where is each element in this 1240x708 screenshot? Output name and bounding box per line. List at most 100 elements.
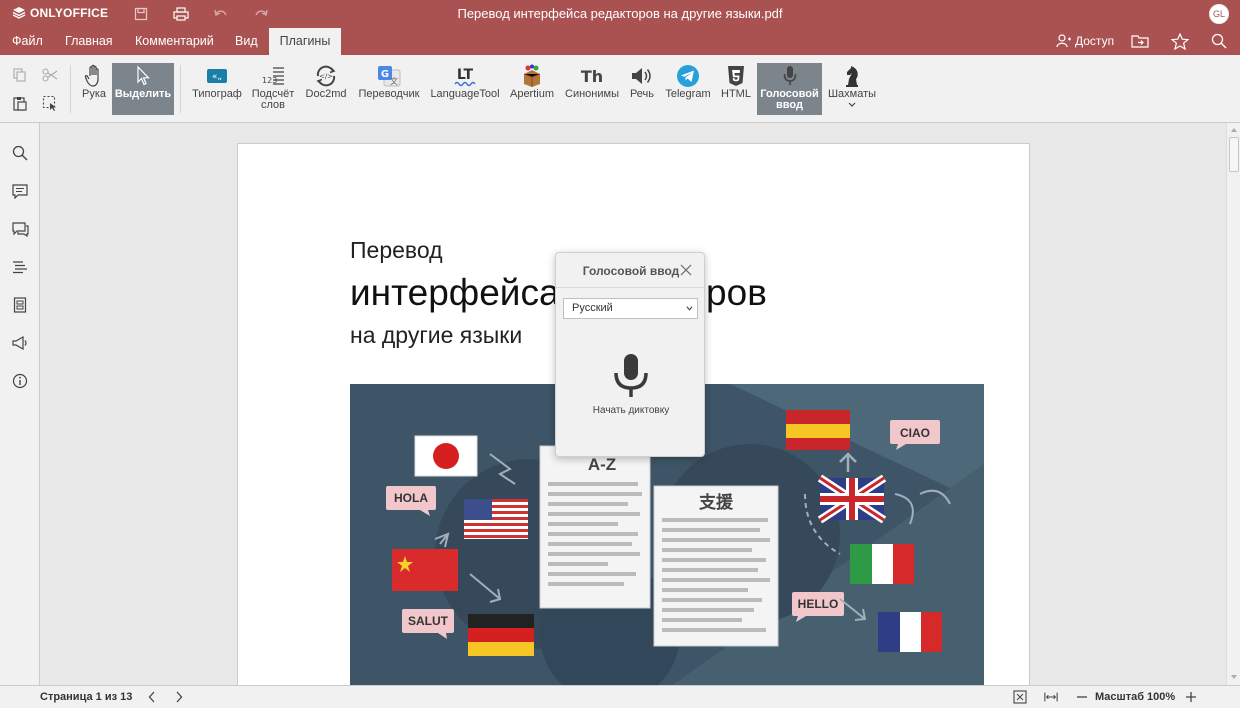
plugin-synonyms-button[interactable]: Th Синонимы <box>562 63 622 115</box>
synonyms-icon: Th <box>579 63 605 89</box>
previous-page-icon[interactable] <box>145 690 159 704</box>
typograf-icon: «„ <box>206 63 228 89</box>
google-translate-icon: G文 <box>376 63 402 89</box>
plugin-typograf-button[interactable]: «„ Типограф <box>189 63 245 115</box>
open-location-icon[interactable] <box>1131 33 1149 51</box>
speaker-icon <box>630 63 654 89</box>
access-button[interactable]: Доступ <box>1056 34 1114 48</box>
plugins-ribbon: Рука Выделить «„ Типограф 123 Подсчёт сл… <box>0 55 1240 123</box>
left-sidebar <box>0 123 40 685</box>
plugin-doc2md-button[interactable]: </> Doc2md <box>302 63 350 115</box>
microphone-icon[interactable] <box>611 353 651 399</box>
plugin-synonyms-label: Синонимы <box>565 88 619 100</box>
page-thumbnails-icon[interactable] <box>10 295 30 315</box>
plugin-speech-button[interactable]: Речь <box>626 63 658 115</box>
svg-text:Th: Th <box>581 67 603 86</box>
plugin-wordcount-label-2: слов <box>260 99 285 111</box>
select-all-icon[interactable] <box>39 92 61 114</box>
plugin-html-label: HTML <box>721 88 751 100</box>
chevron-down-icon[interactable] <box>848 102 856 108</box>
search-icon[interactable] <box>1211 33 1229 51</box>
scrollbar-thumb[interactable] <box>1229 137 1239 172</box>
scroll-down-arrow-icon[interactable] <box>1230 673 1238 681</box>
plugin-telegram-button[interactable]: Telegram <box>663 63 713 115</box>
status-bar: Страница 1 из 13 Масштаб 100% <box>0 685 1240 708</box>
fit-width-icon[interactable] <box>1044 690 1058 704</box>
plugin-languagetool-label: LanguageTool <box>430 88 500 100</box>
panel-divider <box>556 287 706 288</box>
hand-tool-button[interactable]: Рука <box>78 63 110 115</box>
plugin-languagetool-button[interactable]: LT LanguageTool <box>428 63 502 115</box>
fit-page-icon[interactable] <box>1013 690 1027 704</box>
svg-text:文: 文 <box>390 76 398 86</box>
users-icon <box>1056 34 1071 48</box>
tab-plugins[interactable]: Плагины <box>269 28 341 55</box>
svg-text:</>: </> <box>319 73 333 81</box>
chat-icon[interactable] <box>10 219 30 239</box>
favorite-star-icon[interactable] <box>1170 32 1190 51</box>
tab-view[interactable]: Вид <box>235 28 258 55</box>
tab-comment[interactable]: Комментарий <box>135 28 214 55</box>
document-heading-line-3: на другие языки <box>350 322 523 348</box>
scroll-up-arrow-icon[interactable] <box>1230 126 1238 134</box>
search-icon[interactable] <box>10 143 30 163</box>
start-dictation-button[interactable]: Начать диктовку <box>556 405 706 416</box>
svg-text:A-Z: A-Z <box>588 455 616 474</box>
plugin-apertium-button[interactable]: Apertium <box>507 63 557 115</box>
plugin-chess-button[interactable]: Шахматы <box>825 63 879 115</box>
svg-text:SALUT: SALUT <box>408 614 449 628</box>
vertical-scrollbar[interactable] <box>1226 123 1240 685</box>
plugin-html-button[interactable]: HTML <box>718 63 754 115</box>
chevron-down-icon <box>686 306 693 311</box>
access-label: Доступ <box>1075 34 1115 48</box>
navigation-headings-icon[interactable] <box>10 257 30 277</box>
zoom-level: Масштаб 100% <box>1095 691 1176 703</box>
plugin-speech-label: Речь <box>629 88 655 100</box>
select-tool-label: Выделить <box>114 88 172 100</box>
plugin-translator-label: Переводчик <box>358 88 420 100</box>
page-indicator[interactable]: Страница 1 из 13 <box>40 691 132 703</box>
select-cursor-icon <box>135 63 151 89</box>
telegram-icon <box>676 63 700 89</box>
paste-icon[interactable] <box>9 92 31 114</box>
hand-tool-label: Рука <box>81 88 106 100</box>
microphone-icon <box>781 63 799 89</box>
svg-text:HOLA: HOLA <box>394 491 428 505</box>
plugin-translator-button[interactable]: G文 Переводчик <box>355 63 423 115</box>
plugin-voice-input-label-2: ввод <box>776 99 803 111</box>
svg-text:LT: LT <box>457 67 474 83</box>
plugin-apertium-label: Apertium <box>509 88 555 100</box>
svg-text:CIAO: CIAO <box>900 426 930 440</box>
next-page-icon[interactable] <box>172 690 186 704</box>
menu-tabs: Файл Главная Комментарий Вид Плагины Дос… <box>0 28 1240 55</box>
svg-text:支援: 支援 <box>699 492 734 513</box>
copy-icon[interactable] <box>9 64 31 86</box>
language-select-value: Русский <box>572 302 613 314</box>
document-title: Перевод интерфейса редакторов на другие … <box>457 6 783 21</box>
tab-file[interactable]: Файл <box>12 28 43 55</box>
announcement-icon[interactable] <box>10 333 30 353</box>
plugin-voice-input-button[interactable]: Голосовой ввод <box>757 63 822 115</box>
plugin-typograf-label: Типограф <box>192 88 242 100</box>
chess-knight-icon <box>843 63 861 89</box>
info-icon[interactable] <box>10 371 30 391</box>
document-heading-line-1: Перевод <box>350 237 443 263</box>
ribbon-separator <box>70 65 71 113</box>
zoom-out-icon[interactable] <box>1075 690 1089 704</box>
apertium-icon <box>519 63 545 89</box>
zoom-in-icon[interactable] <box>1184 690 1198 704</box>
comments-icon[interactable] <box>10 181 30 201</box>
svg-text:HELLO: HELLO <box>798 597 839 611</box>
close-icon[interactable] <box>680 264 692 276</box>
plugin-chess-label: Шахматы <box>827 88 877 100</box>
select-tool-button[interactable]: Выделить <box>112 63 174 115</box>
plugin-doc2md-label: Doc2md <box>305 88 347 100</box>
cut-icon[interactable] <box>39 64 61 86</box>
avatar[interactable]: GL <box>1209 4 1229 24</box>
plugin-telegram-label: Telegram <box>665 88 711 100</box>
svg-text:«„: «„ <box>212 72 222 82</box>
tab-home[interactable]: Главная <box>65 28 113 55</box>
plugin-wordcount-button[interactable]: 123 Подсчёт слов <box>249 63 297 115</box>
language-select[interactable]: Русский <box>563 298 698 319</box>
doc2md-icon: </> <box>314 63 338 89</box>
